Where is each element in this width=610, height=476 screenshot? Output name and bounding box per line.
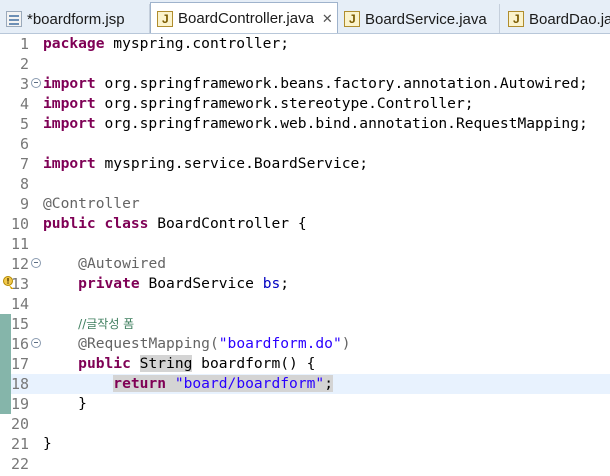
java-file-icon — [508, 11, 524, 27]
code-text: @Autowired — [78, 255, 167, 272]
code-line[interactable]: 6 — [0, 134, 610, 154]
line-number: 13 — [10, 275, 29, 293]
java-file-icon — [157, 10, 173, 27]
code-text: private BoardService bs; — [78, 275, 290, 292]
code-text: } — [78, 395, 87, 412]
line-number: 20 — [10, 415, 29, 433]
code-line[interactable]: 1 package myspring.controller; — [0, 34, 610, 54]
line-number: 10 — [10, 215, 29, 233]
code-line[interactable]: 14 — [0, 294, 610, 314]
tab-label: BoardDao.jav — [529, 10, 610, 28]
line-number: 17 — [10, 355, 29, 373]
code-line[interactable]: 10 public class BoardController { — [0, 214, 610, 234]
code-line[interactable]: 12 @Autowired — [0, 254, 610, 274]
code-line[interactable]: 20 — [0, 414, 610, 434]
code-line[interactable]: 16 @RequestMapping("boardform.do") — [0, 334, 610, 354]
code-text: import org.springframework.stereotype.Co… — [43, 95, 474, 112]
editor-tab-bar: *boardform.jsp BoardController.java ✕ Bo… — [0, 0, 610, 34]
code-text: return "board/boardform"; — [113, 375, 333, 392]
line-number: 3 — [19, 75, 29, 93]
line-number: 22 — [10, 455, 29, 473]
code-line[interactable]: 19 } — [0, 394, 610, 414]
code-line[interactable]: 17 public String boardform() { — [0, 354, 610, 374]
current-code-line[interactable]: 18 return "board/boardform"; — [0, 374, 610, 394]
code-line[interactable]: 2 — [0, 54, 610, 74]
code-text: import myspring.service.BoardService; — [43, 155, 369, 172]
code-editor[interactable]: 1 package myspring.controller; 2 3 impor… — [0, 34, 610, 476]
line-number: 11 — [10, 235, 29, 253]
line-number: 5 — [19, 115, 29, 133]
code-text: public String boardform() { — [78, 355, 316, 372]
code-text: @Controller — [43, 195, 140, 212]
code-text: } — [43, 435, 52, 452]
code-line[interactable]: 22 — [0, 454, 610, 474]
tab-boardservice-java[interactable]: BoardService.java — [338, 4, 500, 33]
code-line[interactable]: 4 import org.springframework.stereotype.… — [0, 94, 610, 114]
code-line[interactable]: 9 @Controller — [0, 194, 610, 214]
close-tab-icon[interactable]: ✕ — [322, 11, 333, 27]
line-number: 2 — [19, 55, 29, 73]
code-line[interactable]: 11 — [0, 234, 610, 254]
code-line[interactable]: 7 import myspring.service.BoardService; — [0, 154, 610, 174]
line-number: 6 — [19, 135, 29, 153]
line-number: 18 — [10, 375, 29, 393]
line-number: 19 — [10, 395, 29, 413]
tab-label: BoardService.java — [365, 10, 487, 28]
java-file-icon — [344, 11, 360, 27]
code-line[interactable]: 21 } — [0, 434, 610, 454]
code-line[interactable]: 13 private BoardService bs; — [0, 274, 610, 294]
line-number: 21 — [10, 435, 29, 453]
code-text: import org.springframework.web.bind.anno… — [43, 115, 588, 132]
tab-boarddao-java[interactable]: BoardDao.jav — [502, 4, 610, 33]
code-line[interactable]: 15 //글작성 폼 — [0, 314, 610, 334]
line-number: 16 — [10, 335, 29, 353]
code-line[interactable]: 8 — [0, 174, 610, 194]
fold-toggle-icon[interactable] — [31, 338, 41, 348]
line-number: 15 — [10, 315, 29, 333]
tab-label: *boardform.jsp — [27, 10, 125, 28]
tab-label: BoardController.java — [178, 10, 314, 27]
fold-toggle-icon[interactable] — [31, 258, 41, 268]
line-number: 12 — [10, 255, 29, 273]
jsp-file-icon — [6, 11, 22, 27]
code-line[interactable]: 5 import org.springframework.web.bind.an… — [0, 114, 610, 134]
tab-boardcontroller-java[interactable]: BoardController.java ✕ — [150, 2, 338, 33]
line-number: 14 — [10, 295, 29, 313]
tab-boardform-jsp[interactable]: *boardform.jsp — [0, 4, 150, 33]
fold-toggle-icon[interactable] — [31, 78, 41, 88]
line-number: 7 — [19, 155, 29, 173]
line-number: 4 — [19, 95, 29, 113]
line-number: 8 — [19, 175, 29, 193]
code-line[interactable]: 3 import org.springframework.beans.facto… — [0, 74, 610, 94]
code-text: //글작성 폼 — [78, 317, 135, 331]
code-text: @RequestMapping("boardform.do") — [78, 335, 351, 352]
line-number: 9 — [19, 195, 29, 213]
code-text: public class BoardController { — [43, 215, 307, 232]
code-text: import org.springframework.beans.factory… — [43, 75, 588, 92]
line-number: 1 — [19, 35, 29, 53]
code-text: package myspring.controller; — [43, 35, 290, 52]
